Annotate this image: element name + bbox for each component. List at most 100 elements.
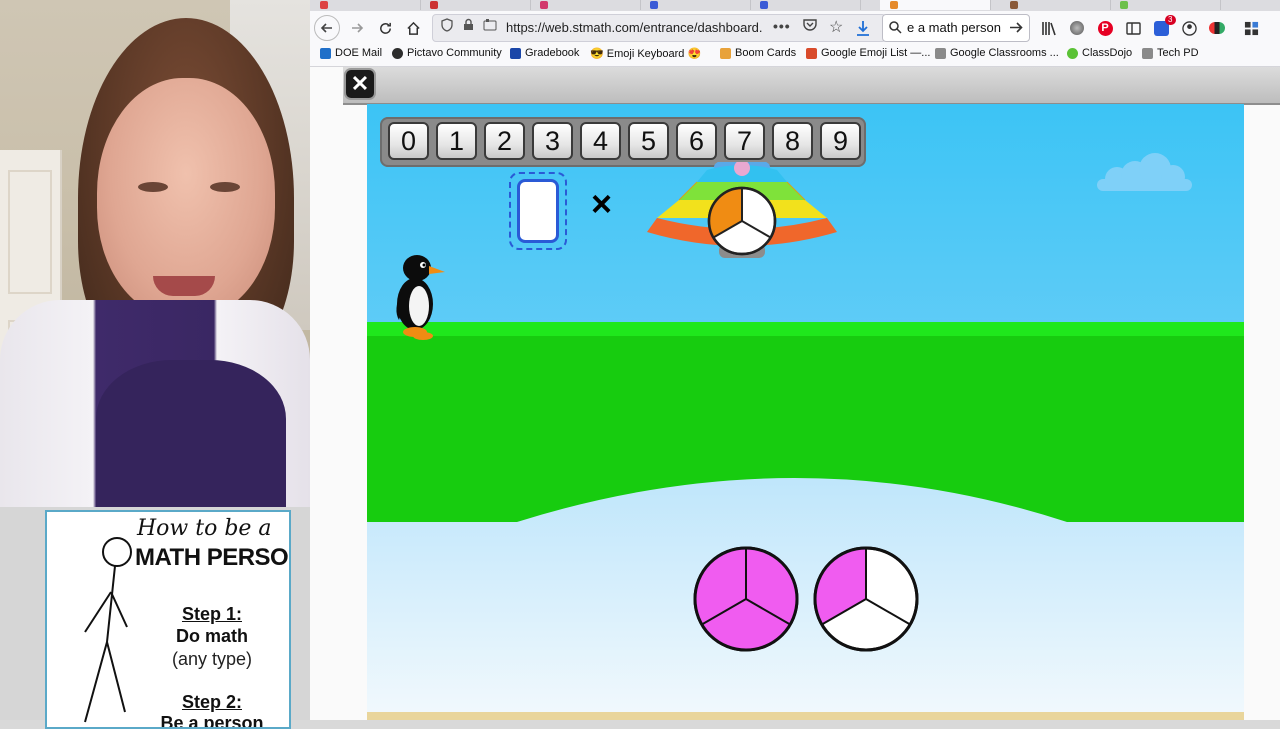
multiply-sign: × — [591, 183, 613, 224]
puzzle-icon — [1244, 21, 1258, 35]
forward-button[interactable] — [344, 16, 370, 40]
number-key-6[interactable]: 6 — [676, 122, 717, 160]
cloud-decoration — [1097, 153, 1192, 191]
search-input[interactable]: e a math person — [907, 20, 1007, 35]
reload-button[interactable] — [372, 16, 398, 40]
bookmark-google-emoji-list[interactable]: Google Emoji List —... — [806, 47, 930, 59]
browser-tab-active[interactable] — [880, 0, 991, 10]
extension-icon: 3 — [1153, 14, 1176, 36]
browser-tab[interactable] — [420, 0, 531, 10]
number-key-5[interactable]: 5 — [628, 122, 669, 160]
number-key-3[interactable]: 3 — [532, 122, 573, 160]
permissions-icon[interactable] — [483, 18, 497, 34]
color-extension-button[interactable] — [1204, 16, 1230, 40]
bookmark-tech-pd[interactable]: Tech PD — [1142, 47, 1199, 59]
bookmark-classdojo-icon — [1067, 47, 1078, 59]
game-scene: 0 1 2 3 4 5 6 7 8 9 × — [367, 104, 1244, 720]
stick-figure-icon — [84, 537, 132, 723]
url-text[interactable]: https://web.stmath.com/entrance/dashboar… — [506, 20, 764, 35]
bookmark-doe-mail[interactable]: DOE Mail — [320, 47, 382, 59]
browser-tab[interactable] — [1110, 0, 1221, 10]
browser-window: https://web.stmath.com/entrance/dashboar… — [310, 0, 1280, 720]
folder-icon — [935, 47, 946, 59]
bookmark-google-classrooms[interactable]: Google Classrooms ... — [935, 47, 1059, 59]
bookmark-emoji-list-icon — [806, 47, 817, 59]
lower-sky — [367, 478, 1244, 720]
door-panel — [8, 170, 52, 294]
bookmark-mail-icon — [320, 47, 331, 59]
bookmark-boom-icon — [720, 47, 731, 59]
sidebar-icon — [1125, 21, 1141, 35]
number-key-2[interactable]: 2 — [484, 122, 525, 160]
folder-icon — [1142, 47, 1153, 59]
bookmark-gradebook-icon — [510, 47, 521, 59]
extensions-menu-button[interactable] — [1238, 16, 1264, 40]
account-button[interactable] — [1176, 16, 1202, 40]
poster-step1-heading: Step 1: — [181, 604, 242, 624]
library-button[interactable] — [1036, 16, 1062, 40]
lock-icon[interactable] — [463, 18, 474, 34]
home-icon — [406, 21, 420, 35]
poster-step2-heading: Step 2: — [181, 692, 242, 712]
game-top-bar — [343, 67, 1280, 105]
number-key-9[interactable]: 9 — [820, 122, 861, 160]
poster-step2-text: Be a person — [160, 713, 264, 729]
number-key-7[interactable]: 7 — [724, 122, 765, 160]
bookmarks-toolbar: DOE Mail Pictavo Community Gradebook 😎 E… — [310, 44, 1280, 67]
penguin-character — [396, 255, 445, 340]
search-go-icon[interactable] — [1009, 21, 1023, 34]
answer-input[interactable] — [517, 179, 559, 243]
reload-icon — [379, 22, 391, 34]
bookmark-boom-cards[interactable]: Boom Cards — [720, 47, 796, 59]
poster-title: MATH PERSON: — [135, 544, 289, 571]
pocket-icon[interactable] — [803, 18, 817, 34]
number-key-8[interactable]: 8 — [772, 122, 813, 160]
bookmark-gradebook[interactable]: Gradebook — [510, 47, 579, 59]
arrow-left-icon — [320, 23, 332, 33]
browser-tab[interactable] — [640, 0, 751, 10]
number-keypad: 0 1 2 3 4 5 6 7 8 9 — [380, 117, 866, 167]
browser-tab[interactable] — [530, 0, 641, 10]
answer-slot[interactable] — [509, 172, 567, 250]
number-key-4[interactable]: 4 — [580, 122, 621, 160]
person-eye-right — [210, 182, 240, 192]
target-fraction-pie-2 — [813, 546, 919, 652]
browser-tab[interactable] — [310, 0, 421, 10]
browser-tab[interactable] — [1000, 0, 1111, 10]
bookmark-pictavo-icon — [392, 47, 403, 59]
number-key-0[interactable]: 0 — [388, 122, 429, 160]
address-bar[interactable]: https://web.stmath.com/entrance/dashboar… — [432, 14, 886, 42]
bookmark-classdojo[interactable]: ClassDojo — [1067, 47, 1132, 59]
bookmark-pictavo[interactable]: Pictavo Community — [392, 47, 502, 59]
navigation-toolbar: https://web.stmath.com/entrance/dashboar… — [310, 11, 1280, 44]
bottom-strip — [367, 712, 1244, 720]
person-shirt — [96, 360, 286, 507]
pinterest-icon: P — [1097, 20, 1113, 36]
browser-tab[interactable] — [750, 0, 861, 10]
downloads-button[interactable] — [850, 16, 876, 40]
target-fraction-pie-1 — [693, 546, 799, 652]
page-actions-icon[interactable]: ••• — [773, 18, 791, 34]
grass-edge — [367, 322, 1244, 336]
home-button[interactable] — [400, 16, 426, 40]
search-bar[interactable]: e a math person — [882, 14, 1030, 42]
number-key-1[interactable]: 1 — [436, 122, 477, 160]
sidebar-button[interactable] — [1120, 16, 1146, 40]
poster-step1-sub: (any type) — [171, 649, 253, 669]
arrow-right-icon — [352, 23, 364, 33]
webcam-video — [0, 0, 310, 507]
pinterest-button[interactable]: P — [1092, 16, 1118, 40]
library-icon — [1042, 21, 1056, 35]
ufo-fraction-pie — [707, 186, 777, 256]
extension-badge-button[interactable]: 3 — [1148, 14, 1176, 40]
extension-button[interactable] — [1064, 16, 1090, 40]
bookmark-emoji-keyboard[interactable]: 😎 Emoji Keyboard 😍 — [590, 47, 701, 60]
notification-badge: 3 — [1165, 14, 1176, 25]
back-button[interactable] — [314, 15, 340, 41]
star-bookmark-icon[interactable]: ☆ — [829, 17, 843, 37]
extension-globe-icon — [1070, 21, 1084, 35]
shield-icon[interactable] — [441, 18, 453, 35]
poster-area: How to be a MATH PERSON: Step 1: Do math… — [0, 507, 310, 729]
close-game-button[interactable]: ✕ — [346, 70, 374, 98]
search-icon — [889, 21, 902, 34]
